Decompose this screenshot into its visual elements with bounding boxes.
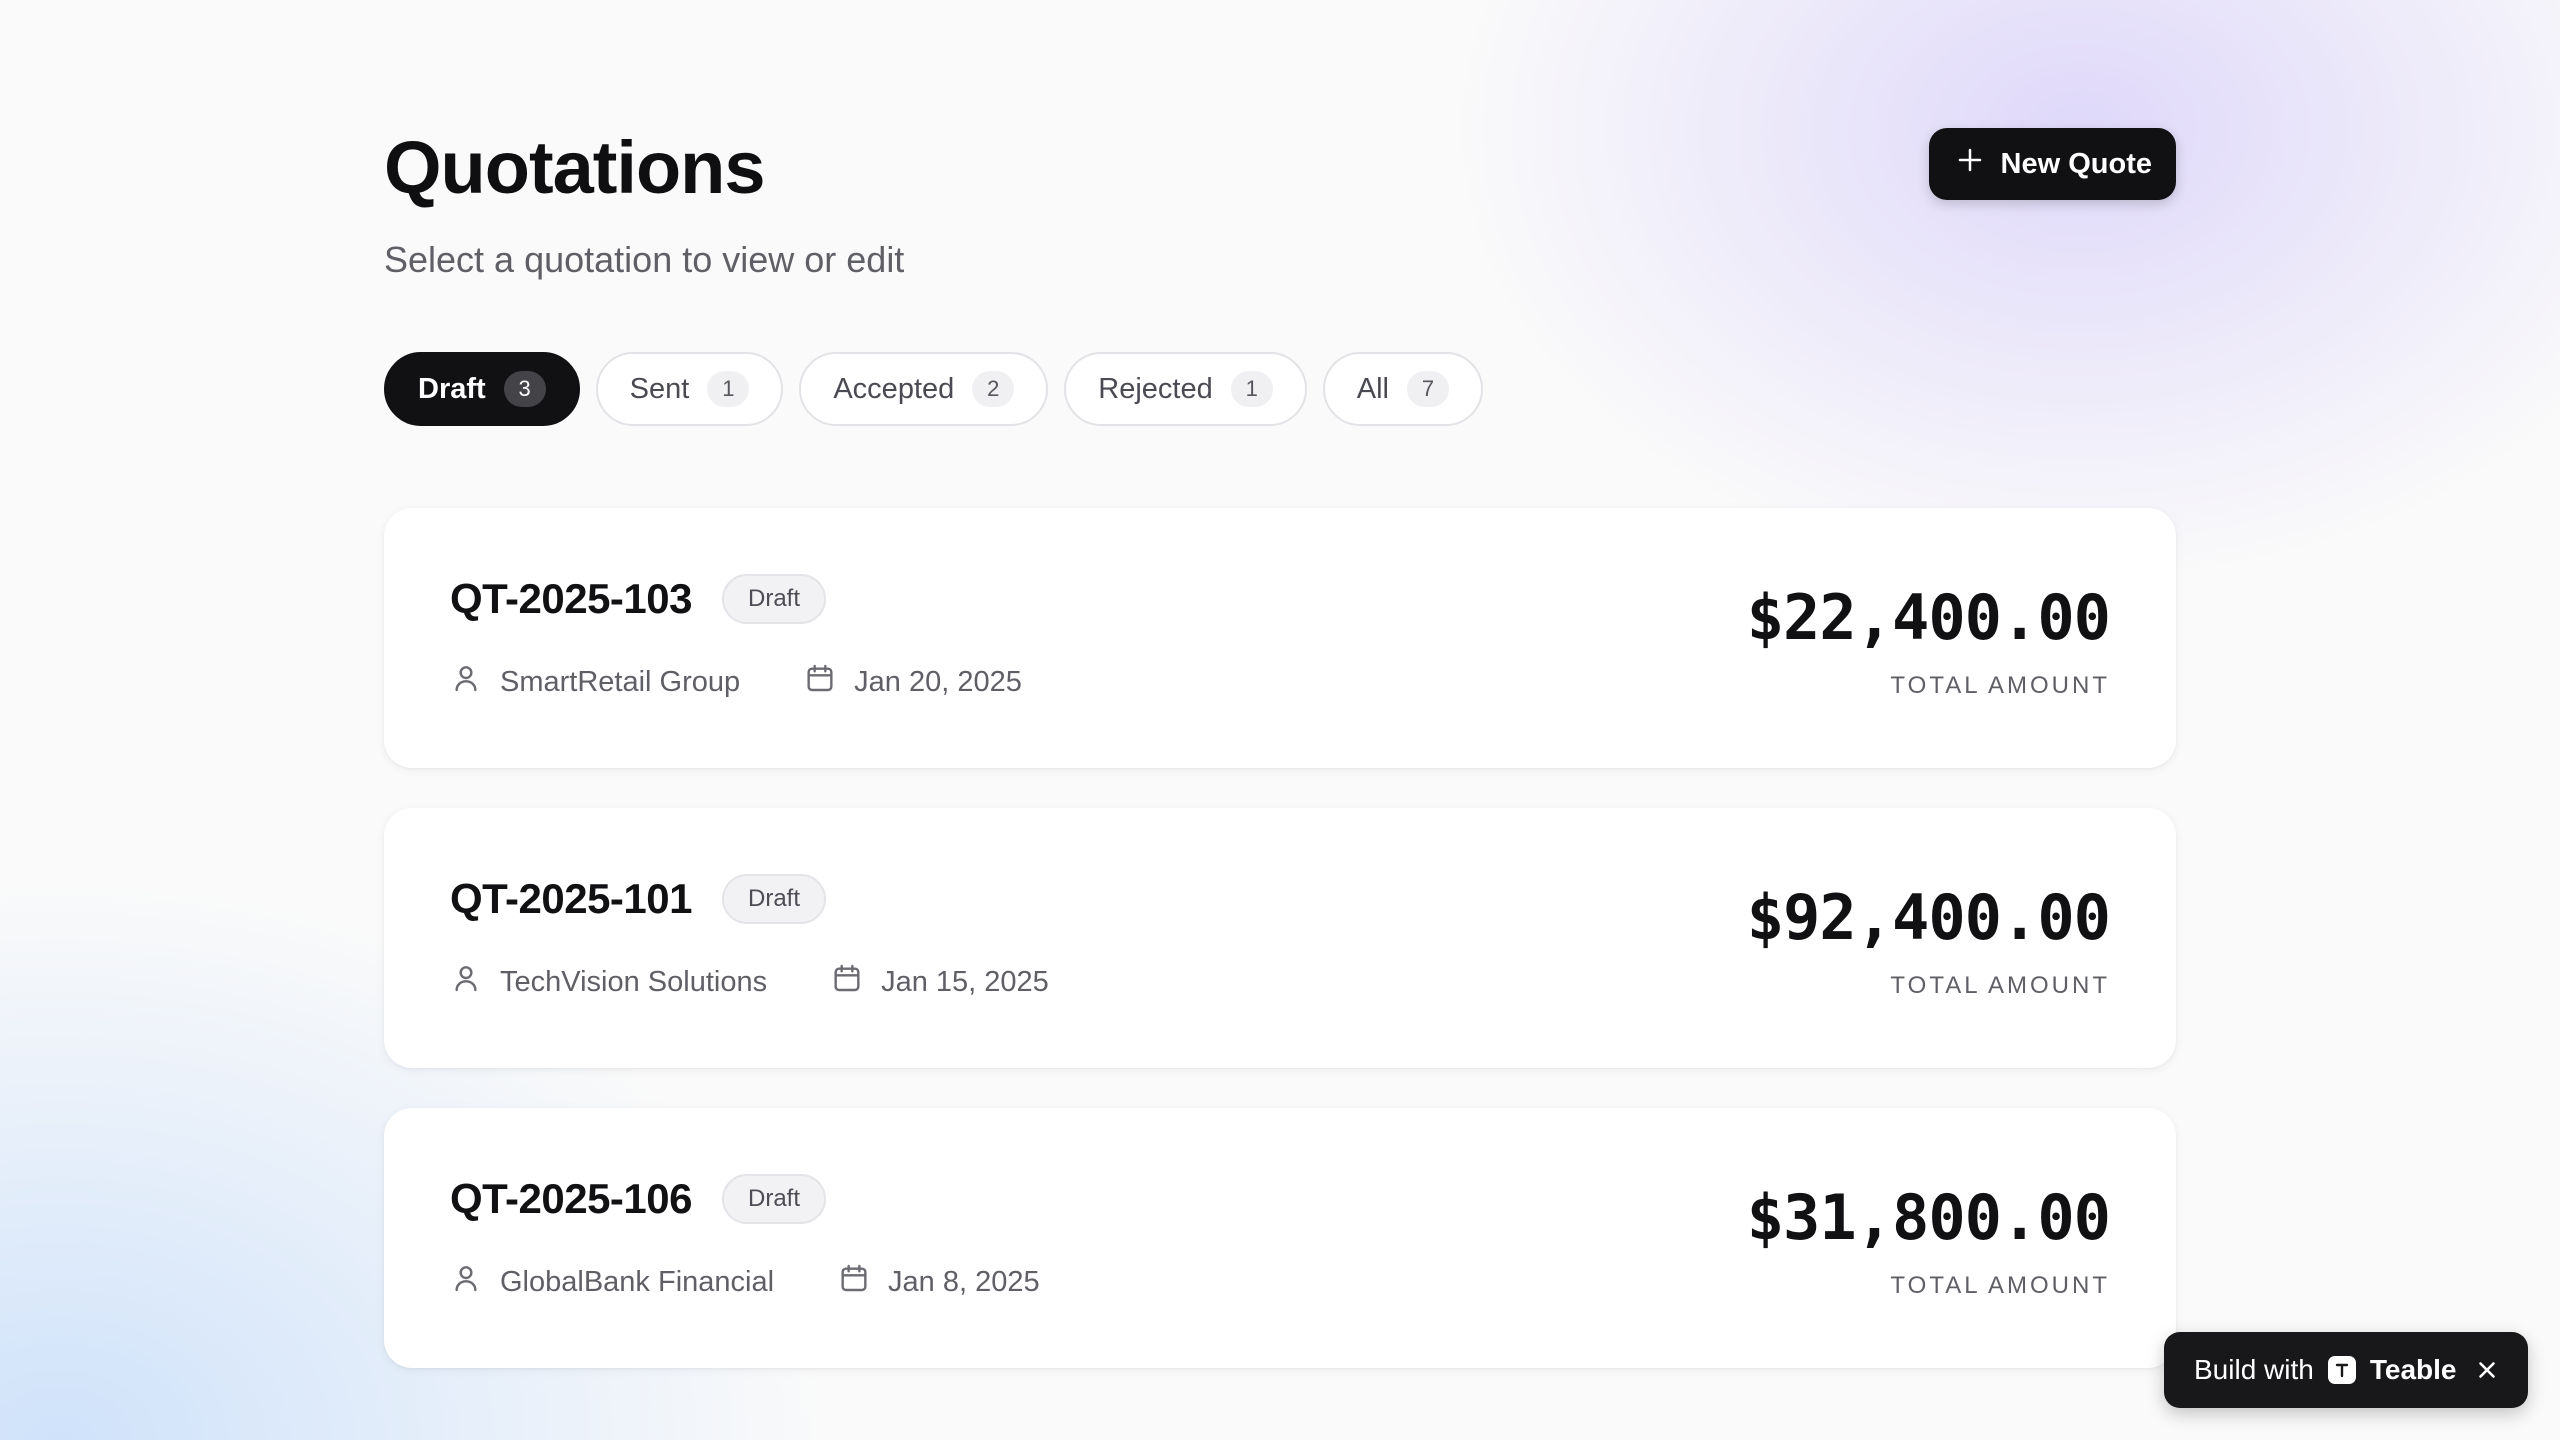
customer-info: GlobalBank Financial — [450, 1262, 774, 1302]
date-info: Jan 15, 2025 — [831, 962, 1049, 1002]
customer-name: TechVision Solutions — [500, 965, 768, 998]
user-icon — [450, 1262, 482, 1302]
customer-name: GlobalBank Financial — [500, 1265, 775, 1298]
quotation-card[interactable]: QT-2025-103 Draft SmartRetail Group Jan … — [384, 508, 2176, 768]
customer-name: SmartRetail Group — [500, 665, 741, 698]
close-icon[interactable] — [2474, 1357, 2500, 1383]
badge-brand: Teable — [2369, 1354, 2457, 1385]
tab-accepted[interactable]: Accepted 2 — [799, 352, 1049, 426]
quotation-header: QT-2025-106 Draft — [450, 1174, 827, 1224]
status-badge: Draft — [722, 574, 827, 624]
plus-icon — [1955, 145, 1985, 183]
tab-all[interactable]: All 7 — [1322, 352, 1483, 426]
quotation-list: QT-2025-103 Draft SmartRetail Group Jan … — [384, 508, 2176, 1368]
quotation-meta: GlobalBank Financial Jan 8, 2025 — [450, 1262, 1040, 1302]
user-icon — [450, 962, 482, 1002]
tab-count: 2 — [972, 371, 1015, 407]
tab-label: Rejected — [1098, 372, 1213, 405]
customer-info: TechVision Solutions — [450, 962, 767, 1002]
quotation-meta: SmartRetail Group Jan 20, 2025 — [450, 662, 1022, 702]
total-amount-label: TOTAL AMOUNT — [1890, 672, 2110, 699]
user-icon — [450, 662, 482, 702]
tab-label: Accepted — [833, 372, 955, 405]
quotation-meta: TechVision Solutions Jan 15, 2025 — [450, 962, 1049, 1002]
quotation-id: QT-2025-101 — [450, 875, 693, 922]
tab-label: Draft — [418, 372, 486, 405]
badge-prefix: Build with — [2194, 1354, 2314, 1385]
total-amount: $92,400.00 — [1746, 881, 2111, 954]
tab-sent[interactable]: Sent 1 — [595, 352, 784, 426]
quotation-header: QT-2025-101 Draft — [450, 874, 827, 924]
tab-label: Sent — [629, 372, 690, 405]
calendar-icon — [838, 1262, 870, 1302]
total-amount-label: TOTAL AMOUNT — [1890, 972, 2110, 999]
status-badge: Draft — [722, 1174, 827, 1224]
total-amount: $22,400.00 — [1746, 581, 2111, 654]
tab-count: 1 — [1230, 371, 1273, 407]
calendar-icon — [804, 662, 836, 702]
page-subtitle: Select a quotation to view or edit — [384, 239, 905, 280]
quotation-date: Jan 8, 2025 — [888, 1265, 1040, 1298]
customer-info: SmartRetail Group — [450, 662, 740, 702]
tab-count: 1 — [707, 371, 750, 407]
total-amount-label: TOTAL AMOUNT — [1890, 1272, 2110, 1299]
date-info: Jan 20, 2025 — [804, 662, 1022, 702]
page-title: Quotations — [384, 126, 766, 209]
quotation-id: QT-2025-106 — [450, 1175, 693, 1222]
total-amount: $31,800.00 — [1746, 1181, 2111, 1254]
calendar-icon — [831, 962, 863, 1002]
quotation-header: QT-2025-103 Draft — [450, 574, 827, 624]
quotation-id: QT-2025-103 — [450, 575, 693, 622]
teable-logo-icon — [2327, 1356, 2356, 1384]
quotation-date: Jan 15, 2025 — [881, 965, 1049, 998]
new-quote-button-label: New Quote — [2000, 147, 2152, 180]
tab-draft[interactable]: Draft 3 — [384, 352, 580, 426]
date-info: Jan 8, 2025 — [838, 1262, 1040, 1302]
tab-rejected[interactable]: Rejected 1 — [1064, 352, 1307, 426]
status-filter-tabs: Draft 3 Sent 1 Accepted 2 Rejected 1 All… — [384, 352, 1483, 426]
status-badge: Draft — [722, 874, 827, 924]
tab-count: 3 — [503, 371, 546, 407]
quotation-date: Jan 20, 2025 — [854, 665, 1022, 698]
quotation-card[interactable]: QT-2025-101 Draft TechVision Solutions J… — [384, 808, 2176, 1068]
quotation-card[interactable]: QT-2025-106 Draft GlobalBank Financial J… — [384, 1108, 2176, 1368]
tab-label: All — [1356, 372, 1389, 405]
new-quote-button[interactable]: New Quote — [1928, 128, 2176, 200]
build-with-teable-badge[interactable]: Build with Teable — [2164, 1332, 2528, 1408]
tab-count: 7 — [1406, 371, 1449, 407]
